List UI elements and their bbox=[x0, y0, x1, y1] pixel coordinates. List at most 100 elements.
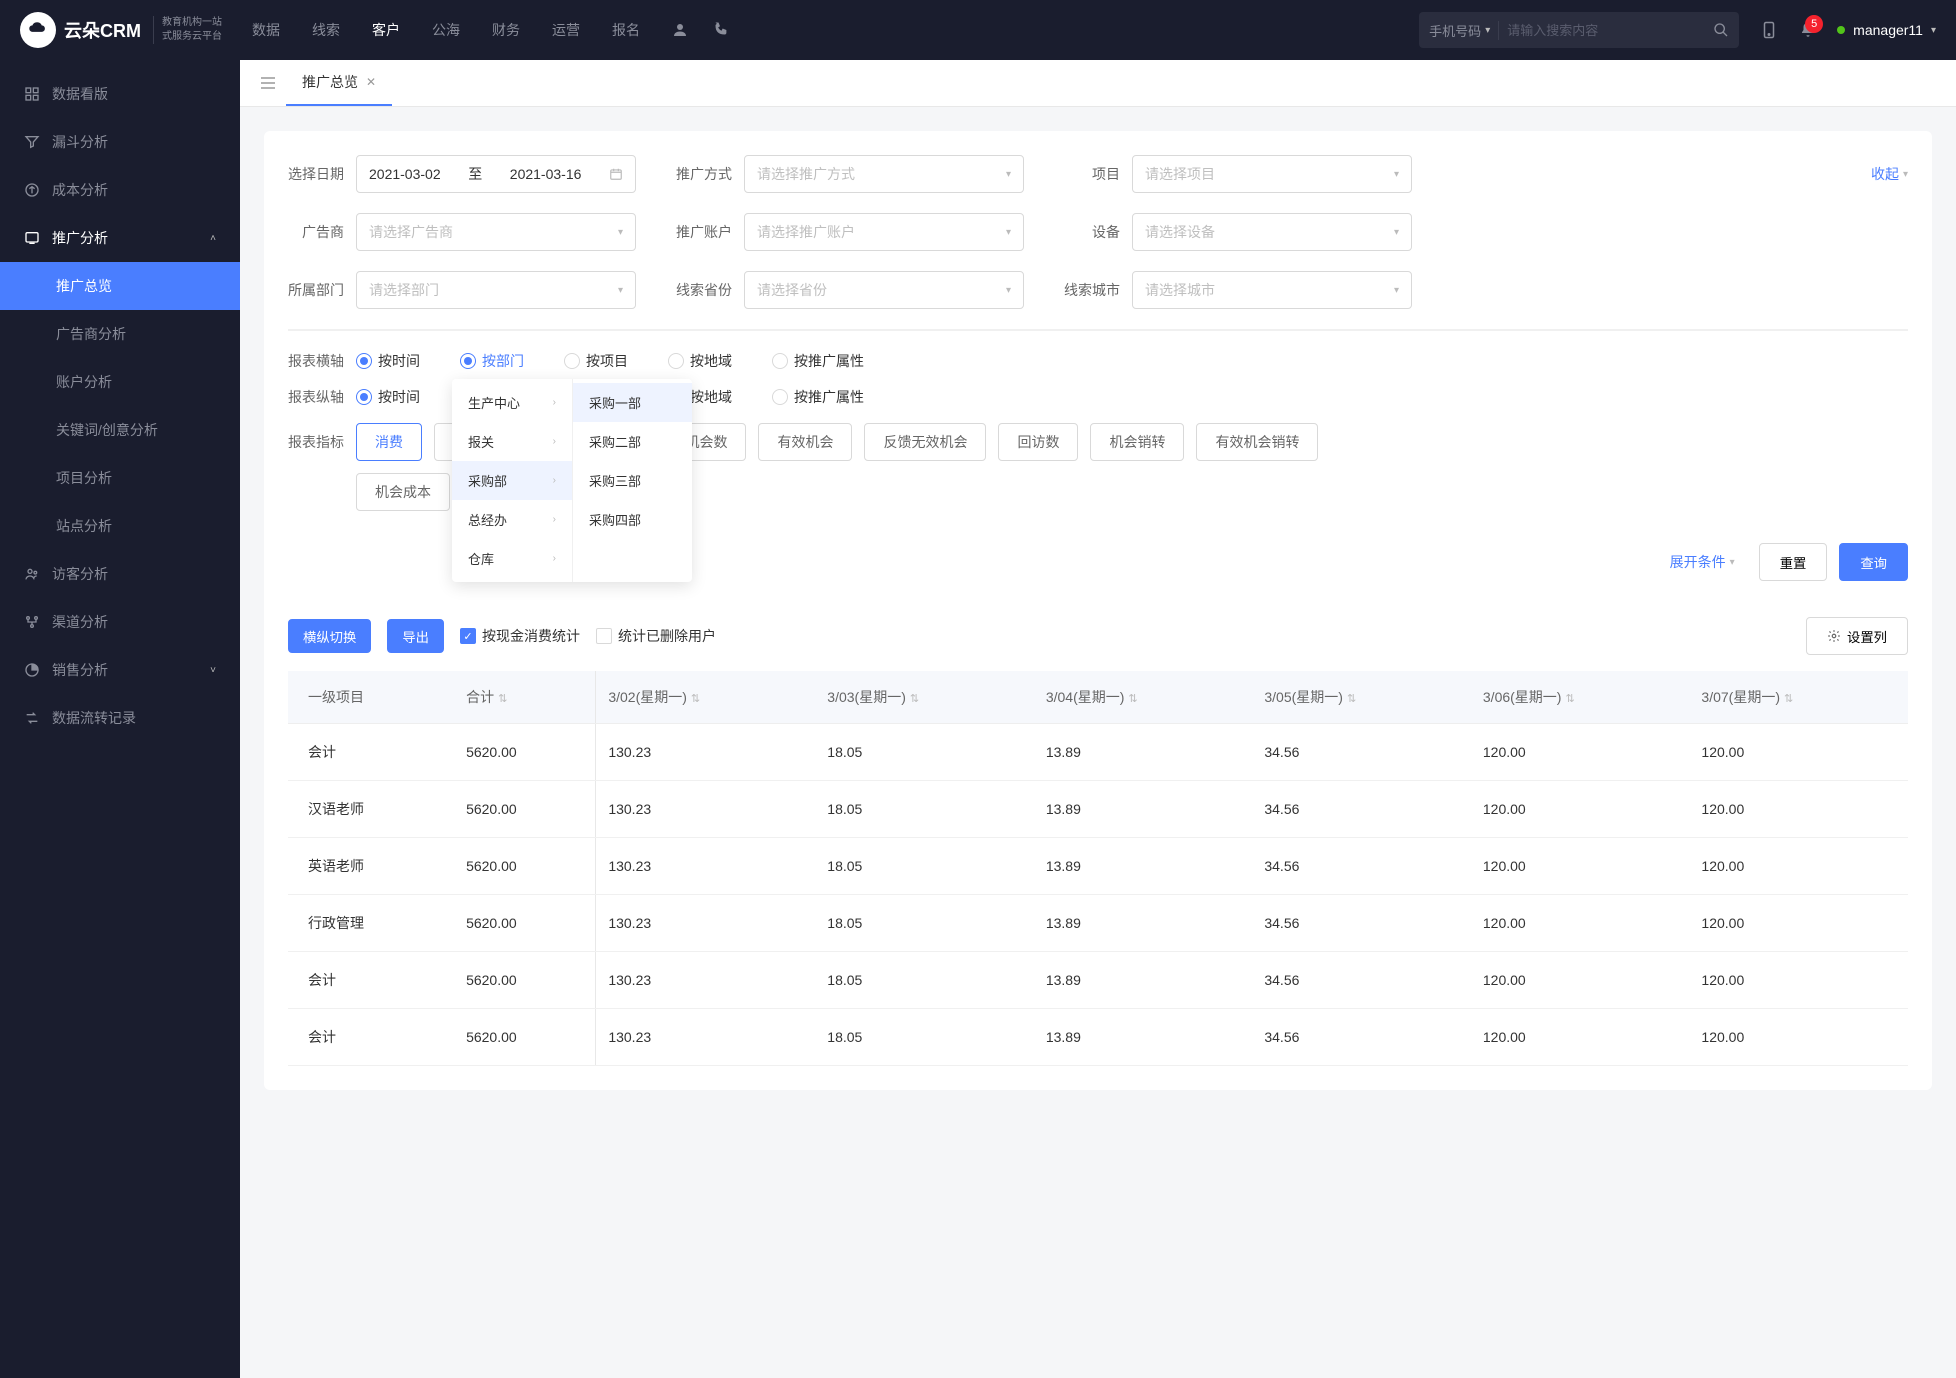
sidebar-item-7[interactable]: 数据流转记录 bbox=[0, 694, 240, 742]
table-header-7[interactable]: 3/07(星期一)⇅ bbox=[1689, 671, 1908, 724]
sidebar-subitem-3-1[interactable]: 广告商分析 bbox=[0, 310, 240, 358]
search-icon[interactable] bbox=[1713, 22, 1729, 38]
sidebar-item-5[interactable]: 渠道分析 bbox=[0, 598, 240, 646]
sidebar-item-3[interactable]: 推广分析˄ bbox=[0, 214, 240, 262]
h-axis-group-option-1[interactable]: 按部门 bbox=[460, 351, 524, 371]
search-prefix[interactable]: 手机号码▾ bbox=[1429, 21, 1499, 40]
table-cell: 34.56 bbox=[1252, 838, 1471, 895]
sidebar-subitem-3-4[interactable]: 项目分析 bbox=[0, 454, 240, 502]
sidebar-toggle[interactable] bbox=[250, 66, 286, 100]
metric-tag-9[interactable]: 有效机会销转 bbox=[1196, 423, 1318, 461]
table-header-3[interactable]: 3/03(星期一)⇅ bbox=[815, 671, 1034, 724]
select-project[interactable]: 请选择项目▾ bbox=[1132, 155, 1412, 193]
h-axis-group-option-2[interactable]: 按项目 bbox=[564, 351, 628, 371]
radio-icon bbox=[772, 353, 788, 369]
dropdown-col2-item-1[interactable]: 采购二部 bbox=[573, 422, 692, 461]
table-header-1[interactable]: 合计⇅ bbox=[454, 671, 596, 724]
sidebar-item-4[interactable]: 访客分析 bbox=[0, 550, 240, 598]
table-header-4[interactable]: 3/04(星期一)⇅ bbox=[1034, 671, 1253, 724]
sidebar-subitem-3-2[interactable]: 账户分析 bbox=[0, 358, 240, 406]
nav-item-6[interactable]: 报名 bbox=[612, 20, 640, 40]
table-row[interactable]: 会计5620.00130.2318.0513.8934.56120.00120.… bbox=[288, 724, 1908, 781]
h-axis-group-option-4[interactable]: 按推广属性 bbox=[772, 351, 864, 371]
table-header-2[interactable]: 3/02(星期一)⇅ bbox=[596, 671, 815, 724]
select-advertiser[interactable]: 请选择广告商▾ bbox=[356, 213, 636, 251]
table-row[interactable]: 行政管理5620.00130.2318.0513.8934.56120.0012… bbox=[288, 895, 1908, 952]
sales-icon bbox=[24, 662, 40, 678]
table-row[interactable]: 会计5620.00130.2318.0513.8934.56120.00120.… bbox=[288, 1009, 1908, 1066]
dropdown-col2-item-3[interactable]: 采购四部 bbox=[573, 500, 692, 539]
nav-item-1[interactable]: 线索 bbox=[312, 20, 340, 40]
dropdown-col1-item-2[interactable]: 采购部› bbox=[452, 461, 572, 500]
sort-icon: ⇅ bbox=[498, 693, 507, 705]
filter-label-account: 推广账户 bbox=[676, 222, 732, 242]
metric-tag-r2-0[interactable]: 机会成本 bbox=[356, 473, 450, 511]
metric-tag-0[interactable]: 消费 bbox=[356, 423, 422, 461]
nav-item-0[interactable]: 数据 bbox=[252, 20, 280, 40]
dropdown-col1-item-3[interactable]: 总经办› bbox=[452, 500, 572, 539]
dropdown-col2-item-0[interactable]: 采购一部 bbox=[573, 383, 692, 422]
nav-item-3[interactable]: 公海 bbox=[432, 20, 460, 40]
metric-tag-8[interactable]: 机会销转 bbox=[1090, 423, 1184, 461]
select-method[interactable]: 请选择推广方式▾ bbox=[744, 155, 1024, 193]
phone-icon[interactable] bbox=[710, 20, 730, 40]
metric-tag-6[interactable]: 反馈无效机会 bbox=[864, 423, 986, 461]
select-province[interactable]: 请选择省份▾ bbox=[744, 271, 1024, 309]
table-cell: 13.89 bbox=[1034, 895, 1253, 952]
sidebar-item-1[interactable]: 漏斗分析 bbox=[0, 118, 240, 166]
user-icon[interactable] bbox=[670, 20, 690, 40]
select-city[interactable]: 请选择城市▾ bbox=[1132, 271, 1412, 309]
expand-conditions[interactable]: 展开条件▾ bbox=[1670, 552, 1735, 572]
collapse-button[interactable]: 收起▾ bbox=[1871, 164, 1908, 184]
table-row[interactable]: 汉语老师5620.00130.2318.0513.8934.56120.0012… bbox=[288, 781, 1908, 838]
reset-button[interactable]: 重置 bbox=[1759, 543, 1828, 581]
dropdown-col1-item-1[interactable]: 报关› bbox=[452, 422, 572, 461]
date-range-input[interactable]: 2021-03-02 至 2021-03-16 bbox=[356, 155, 636, 193]
device-icon[interactable] bbox=[1759, 20, 1779, 40]
h-axis-group-option-0[interactable]: 按时间 bbox=[356, 351, 420, 371]
sidebar-item-label: 漏斗分析 bbox=[52, 132, 108, 152]
checkbox-cash[interactable]: 按现金消费统计 bbox=[460, 626, 580, 646]
select-dept[interactable]: 请选择部门▾ bbox=[356, 271, 636, 309]
table-cell: 18.05 bbox=[815, 838, 1034, 895]
dropdown-col1-item-4[interactable]: 仓库› bbox=[452, 539, 572, 578]
column-settings-button[interactable]: 设置列 bbox=[1806, 617, 1908, 655]
sidebar-item-6[interactable]: 销售分析˅ bbox=[0, 646, 240, 694]
select-device[interactable]: 请选择设备▾ bbox=[1132, 213, 1412, 251]
v-axis-group-option-0[interactable]: 按时间 bbox=[356, 387, 420, 407]
user-menu[interactable]: manager11 ▾ bbox=[1837, 22, 1936, 38]
export-button[interactable]: 导出 bbox=[387, 619, 444, 653]
dropdown-col1-item-0[interactable]: 生产中心› bbox=[452, 383, 572, 422]
table-row[interactable]: 英语老师5620.00130.2318.0513.8934.56120.0012… bbox=[288, 838, 1908, 895]
v-axis-group-option-4[interactable]: 按推广属性 bbox=[772, 387, 864, 407]
notification-bell[interactable]: 5 bbox=[1799, 21, 1817, 39]
h-axis-group-option-3[interactable]: 按地域 bbox=[668, 351, 732, 371]
table-header-6[interactable]: 3/06(星期一)⇅ bbox=[1471, 671, 1690, 724]
table-header-5[interactable]: 3/05(星期一)⇅ bbox=[1252, 671, 1471, 724]
dropdown-col2-item-2[interactable]: 采购三部 bbox=[573, 461, 692, 500]
chevron-down-icon: ˅ bbox=[210, 665, 216, 676]
sidebar-item-2[interactable]: 成本分析 bbox=[0, 166, 240, 214]
query-button[interactable]: 查询 bbox=[1839, 543, 1908, 581]
sidebar-item-0[interactable]: 数据看版 bbox=[0, 70, 240, 118]
sidebar: 数据看版漏斗分析成本分析推广分析˄推广总览广告商分析账户分析关键词/创意分析项目… bbox=[0, 60, 240, 1378]
table-cell: 130.23 bbox=[596, 724, 815, 781]
nav-item-2[interactable]: 客户 bbox=[372, 20, 400, 40]
close-icon[interactable]: ✕ bbox=[366, 75, 376, 89]
metric-tag-5[interactable]: 有效机会 bbox=[758, 423, 852, 461]
search-input[interactable] bbox=[1507, 23, 1713, 38]
select-account[interactable]: 请选择推广账户▾ bbox=[744, 213, 1024, 251]
tab-promo-overview[interactable]: 推广总览 ✕ bbox=[286, 60, 392, 106]
sidebar-subitem-3-5[interactable]: 站点分析 bbox=[0, 502, 240, 550]
nav-item-5[interactable]: 运营 bbox=[552, 20, 580, 40]
checkbox-deleted[interactable]: 统计已删除用户 bbox=[596, 626, 716, 646]
logo[interactable]: 云朵CRM 教育机构一站式服务云平台 bbox=[20, 12, 222, 48]
table-row[interactable]: 会计5620.00130.2318.0513.8934.56120.00120.… bbox=[288, 952, 1908, 1009]
nav-item-4[interactable]: 财务 bbox=[492, 20, 520, 40]
toggle-axis-button[interactable]: 横纵切换 bbox=[288, 619, 371, 653]
sidebar-subitem-3-3[interactable]: 关键词/创意分析 bbox=[0, 406, 240, 454]
sidebar-subitem-3-0[interactable]: 推广总览 bbox=[0, 262, 240, 310]
table-header-0[interactable]: 一级项目 bbox=[288, 671, 454, 724]
search-box[interactable]: 手机号码▾ bbox=[1419, 12, 1739, 48]
metric-tag-7[interactable]: 回访数 bbox=[998, 423, 1078, 461]
